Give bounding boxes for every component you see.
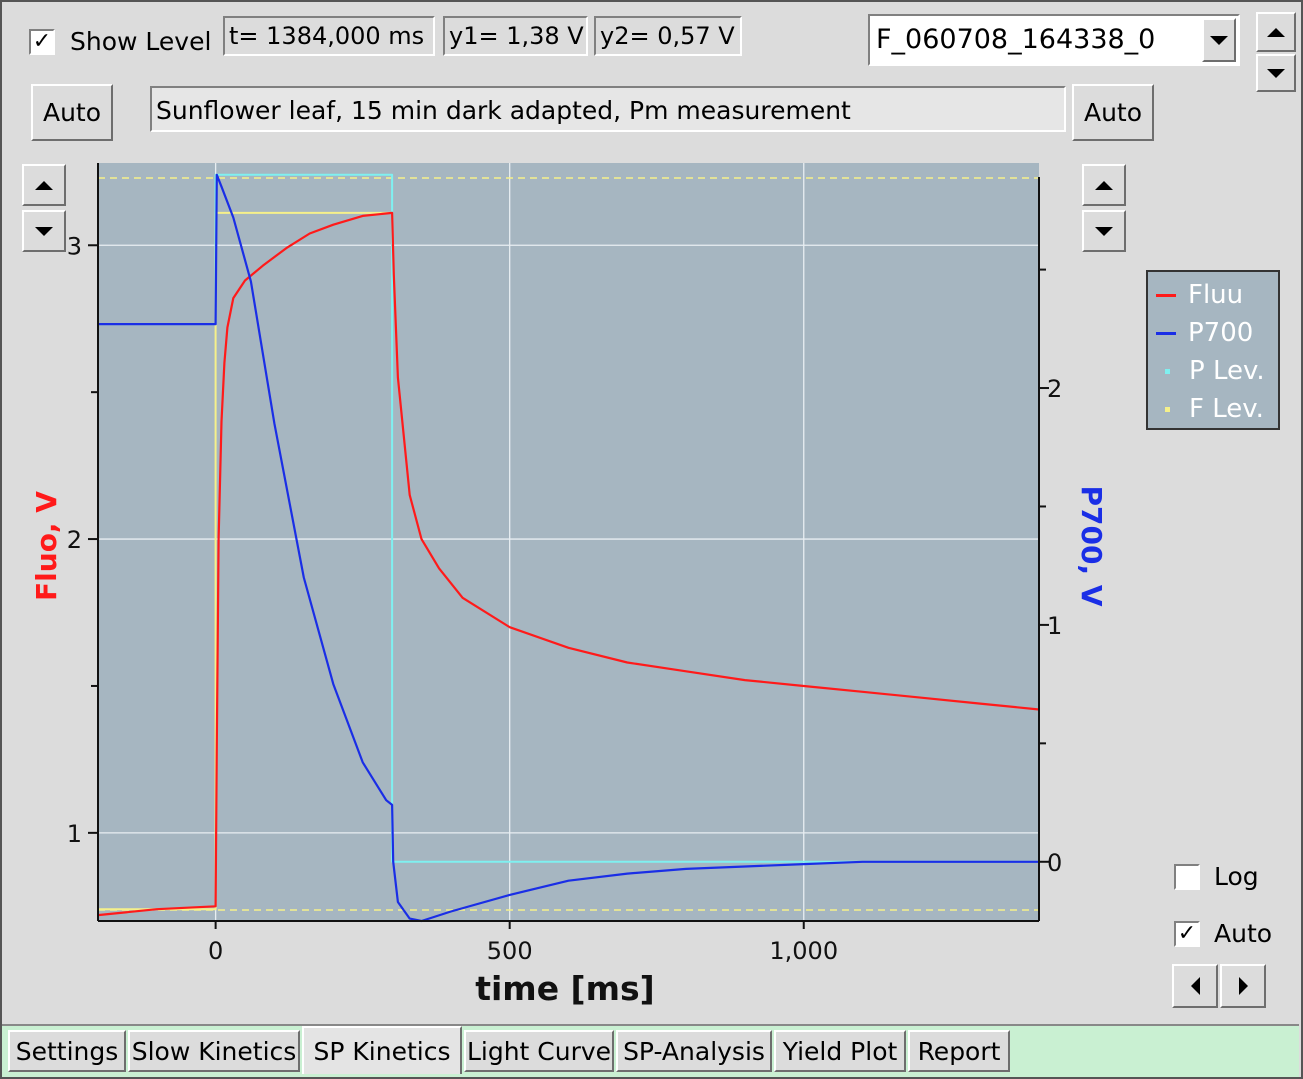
auto-checkbox[interactable]: ✓ [1174,921,1200,947]
legend-label-f-lev: F Lev. [1189,394,1264,424]
tab-sp-kinetics[interactable]: SP Kinetics [302,1026,462,1074]
y-axis-left-label: Fluo, V [30,491,63,601]
tab-slow-kinetics[interactable]: Slow Kinetics [128,1030,300,1072]
legend-swatch-p700 [1156,331,1176,335]
legend-label-fluu: Fluu [1188,280,1244,310]
tab-report[interactable]: Report [908,1030,1010,1072]
legend-swatch-p-lev [1165,368,1170,374]
y-left-tick-label: 1 [67,820,82,848]
log-checkbox[interactable] [1174,864,1200,890]
tab-settings[interactable]: Settings [8,1030,126,1072]
plot-area [98,163,1039,921]
scroll-left-button[interactable] [1172,964,1218,1008]
legend-label-p-lev: P Lev. [1189,356,1265,386]
legend-swatch-fluu [1156,293,1176,297]
legend-swatch-f-lev [1165,406,1170,412]
x-tick-label: 0 [208,937,223,965]
log-label: Log [1214,862,1259,891]
arrow-left-icon [1190,977,1200,995]
tab-yield-plot[interactable]: Yield Plot [774,1030,906,1072]
chart-legend: Fluu P700 P Lev. F Lev. [1146,270,1280,430]
legend-item-p700: P700 [1156,316,1253,350]
legend-item-fluu: Fluu [1156,278,1243,312]
tab-bar: Settings Slow Kinetics SP Kinetics Light… [2,1024,1299,1077]
arrow-right-icon [1238,977,1248,995]
y-right-tick-label: 2 [1047,375,1062,403]
checkmark-icon: ✓ [1177,921,1197,946]
kinetics-chart[interactable]: 0 500 1,000 1 2 3 0 1 2 time [ms] Fluo, V P700, … [0,0,1303,1020]
x-axis-label: time [ms] [475,969,655,1008]
y-right-tick-label: 0 [1047,849,1062,877]
tab-sp-analysis[interactable]: SP-Analysis [616,1030,772,1072]
y-axis-right-label: P700, V [1075,485,1108,606]
y-left-tick-label: 3 [67,232,82,260]
legend-label-p700: P700 [1188,318,1254,348]
y-left-tick-label: 2 [67,526,82,554]
tab-light-curve[interactable]: Light Curve [464,1030,614,1072]
x-tick-label: 500 [487,937,533,965]
y-right-tick-label: 1 [1047,612,1062,640]
auto-label: Auto [1214,919,1273,948]
x-tick-label: 1,000 [769,937,838,965]
legend-item-f-lev: F Lev. [1156,392,1264,426]
legend-item-p-lev: P Lev. [1156,354,1265,388]
scroll-right-button[interactable] [1220,964,1266,1008]
